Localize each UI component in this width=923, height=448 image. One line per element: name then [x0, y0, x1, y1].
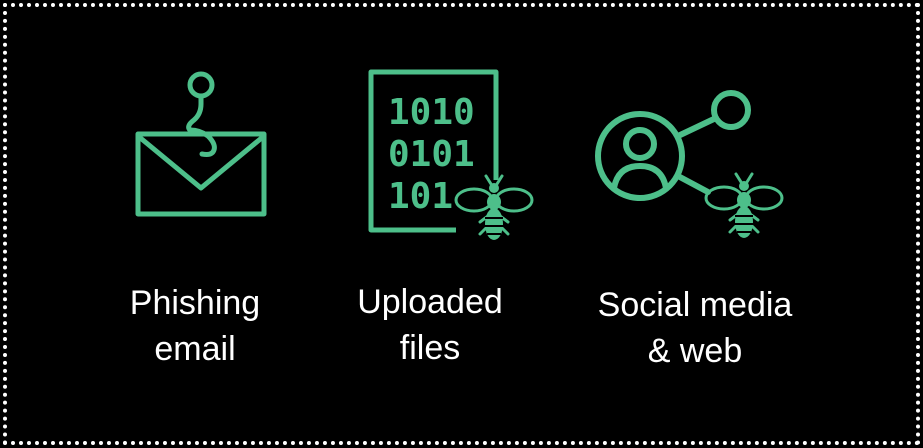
label-line: Social media: [597, 286, 793, 324]
label-line: email: [154, 330, 236, 368]
bug-icon: [704, 172, 784, 238]
bug-icon: [454, 174, 534, 240]
binary-file-bug-icon: 1010 0101 101: [366, 68, 536, 248]
label-line: Phishing: [129, 284, 261, 322]
item-label: Uploaded files: [330, 279, 530, 371]
binary-row: 101: [388, 176, 453, 217]
binary-row: 1010: [388, 92, 475, 133]
social-share-bug-icon: [594, 88, 794, 248]
item-label: Social media & web: [565, 282, 825, 374]
binary-row: 0101: [388, 134, 475, 175]
phishing-email-icon: [130, 68, 270, 220]
label-line: files: [399, 329, 461, 367]
item-label: Phishing email: [95, 280, 295, 372]
label-line: & web: [647, 332, 743, 370]
label-line: Uploaded: [357, 283, 503, 321]
